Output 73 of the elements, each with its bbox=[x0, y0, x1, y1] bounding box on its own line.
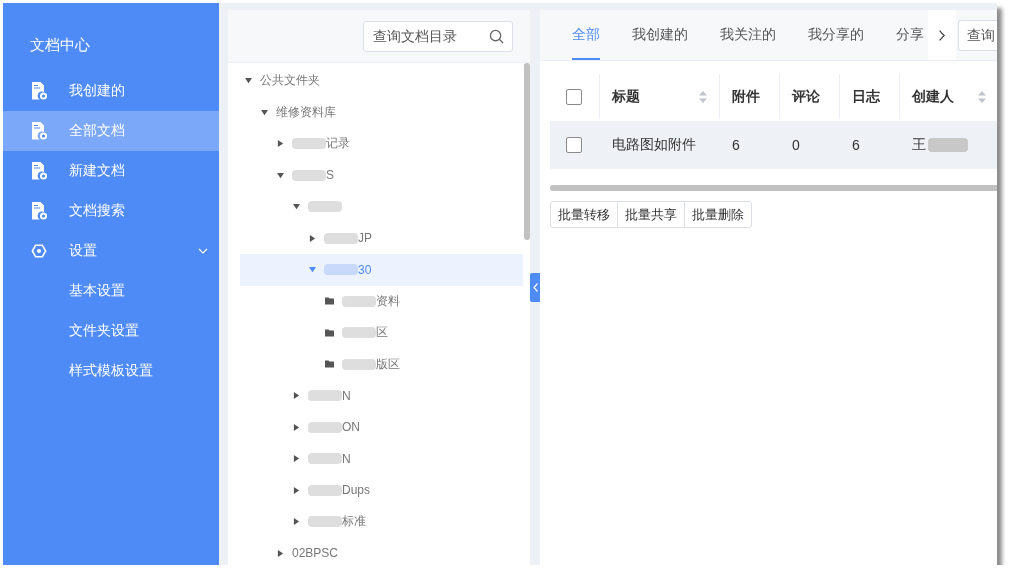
batch-action-button[interactable]: 批量删除 bbox=[684, 201, 752, 228]
tree-node[interactable]: 区 bbox=[240, 317, 523, 349]
caret-right-icon[interactable] bbox=[277, 140, 284, 148]
batch-action-button[interactable]: 批量转移 bbox=[550, 201, 618, 228]
document-icon bbox=[31, 202, 47, 220]
tree-node[interactable]: 30 bbox=[240, 254, 523, 286]
scrollbar-thumb[interactable] bbox=[524, 63, 530, 240]
nav-item[interactable]: 新建文档 bbox=[3, 151, 219, 191]
document-icon bbox=[31, 122, 47, 140]
checkbox[interactable] bbox=[566, 88, 582, 105]
tree-node[interactable]: Dups bbox=[240, 474, 523, 506]
settings-icon bbox=[31, 242, 47, 260]
caret-right-icon[interactable] bbox=[277, 549, 284, 557]
document-icon bbox=[31, 162, 47, 180]
table-cell: 0 bbox=[792, 137, 800, 153]
batch-action-button[interactable]: 批量共享 bbox=[617, 201, 685, 228]
caret-down-icon[interactable] bbox=[261, 108, 268, 116]
tab[interactable]: 全部 bbox=[572, 10, 600, 60]
collapse-panel-button[interactable] bbox=[530, 273, 540, 302]
tree-node[interactable]: ON bbox=[240, 411, 523, 443]
folder-icon bbox=[325, 328, 334, 337]
tree-node[interactable]: 记录 bbox=[240, 128, 523, 160]
caret-right-icon[interactable] bbox=[293, 392, 300, 400]
tree-node[interactable]: 资料 bbox=[240, 285, 523, 317]
nav-subitem[interactable]: 文件夹设置 bbox=[3, 311, 219, 351]
chevron-right-icon bbox=[939, 29, 945, 41]
search-field[interactable]: 查询文档目录 bbox=[363, 20, 513, 52]
column-header: 创建人 bbox=[912, 87, 954, 106]
table-cell: 电路图如附件 bbox=[612, 136, 696, 154]
tree-node[interactable]: JP bbox=[240, 222, 523, 254]
table-cell: 6 bbox=[732, 137, 740, 153]
nav-item[interactable]: 设置 bbox=[3, 231, 219, 271]
tree-node[interactable]: N bbox=[240, 380, 523, 412]
search-field[interactable]: 查询 bbox=[958, 19, 997, 51]
nav-item[interactable]: 我创建的 bbox=[3, 71, 219, 111]
caret-right-icon[interactable] bbox=[293, 518, 300, 526]
column-header: 标题 bbox=[612, 87, 640, 106]
nav-item[interactable]: 文档搜索 bbox=[3, 191, 219, 231]
tree-node[interactable]: N bbox=[240, 443, 523, 475]
tree-node[interactable]: 公共文件夹 bbox=[240, 65, 523, 97]
column-header: 评论 bbox=[792, 87, 820, 106]
tree-node[interactable]: 02BPSC bbox=[240, 537, 523, 565]
checkbox[interactable] bbox=[566, 137, 582, 153]
caret-down-icon[interactable] bbox=[245, 77, 252, 85]
table-row[interactable]: 电路图如附件 6 0 6 王 bbox=[550, 121, 997, 169]
column-header: 日志 bbox=[852, 87, 880, 106]
column-header: 附件 bbox=[732, 87, 760, 106]
tree-node[interactable]: S bbox=[240, 159, 523, 191]
tab[interactable]: 我分享的 bbox=[808, 10, 864, 60]
folder-icon bbox=[325, 360, 334, 369]
tab[interactable]: 我创建的 bbox=[632, 10, 688, 60]
caret-right-icon[interactable] bbox=[293, 423, 300, 431]
document-icon bbox=[31, 82, 47, 100]
tab[interactable]: 我关注的 bbox=[720, 10, 776, 60]
tree-node[interactable]: 版区 bbox=[240, 348, 523, 380]
nav-subitem[interactable]: 基本设置 bbox=[3, 271, 219, 311]
caret-down-icon[interactable] bbox=[277, 171, 284, 179]
tree-node[interactable]: 标准 bbox=[240, 506, 523, 538]
folder-icon bbox=[325, 297, 334, 306]
table-cell: 6 bbox=[852, 137, 860, 153]
chevron-left-icon bbox=[532, 283, 538, 292]
horizontal-scrollbar[interactable] bbox=[550, 185, 997, 191]
nav-item[interactable]: 全部文档 bbox=[3, 111, 219, 151]
caret-right-icon[interactable] bbox=[293, 486, 300, 494]
table-cell: 王 bbox=[912, 136, 926, 154]
caret-right-icon[interactable] bbox=[293, 455, 300, 463]
sidebar-title: 文档中心 bbox=[29, 35, 90, 55]
caret-right-icon[interactable] bbox=[309, 234, 316, 242]
nav-subitem[interactable]: 样式模板设置 bbox=[3, 351, 219, 391]
search-icon[interactable] bbox=[489, 28, 504, 44]
caret-down-icon[interactable] bbox=[293, 203, 300, 211]
tree-node[interactable]: 维修资料库 bbox=[240, 96, 523, 128]
tab[interactable]: 分享 bbox=[896, 10, 924, 60]
